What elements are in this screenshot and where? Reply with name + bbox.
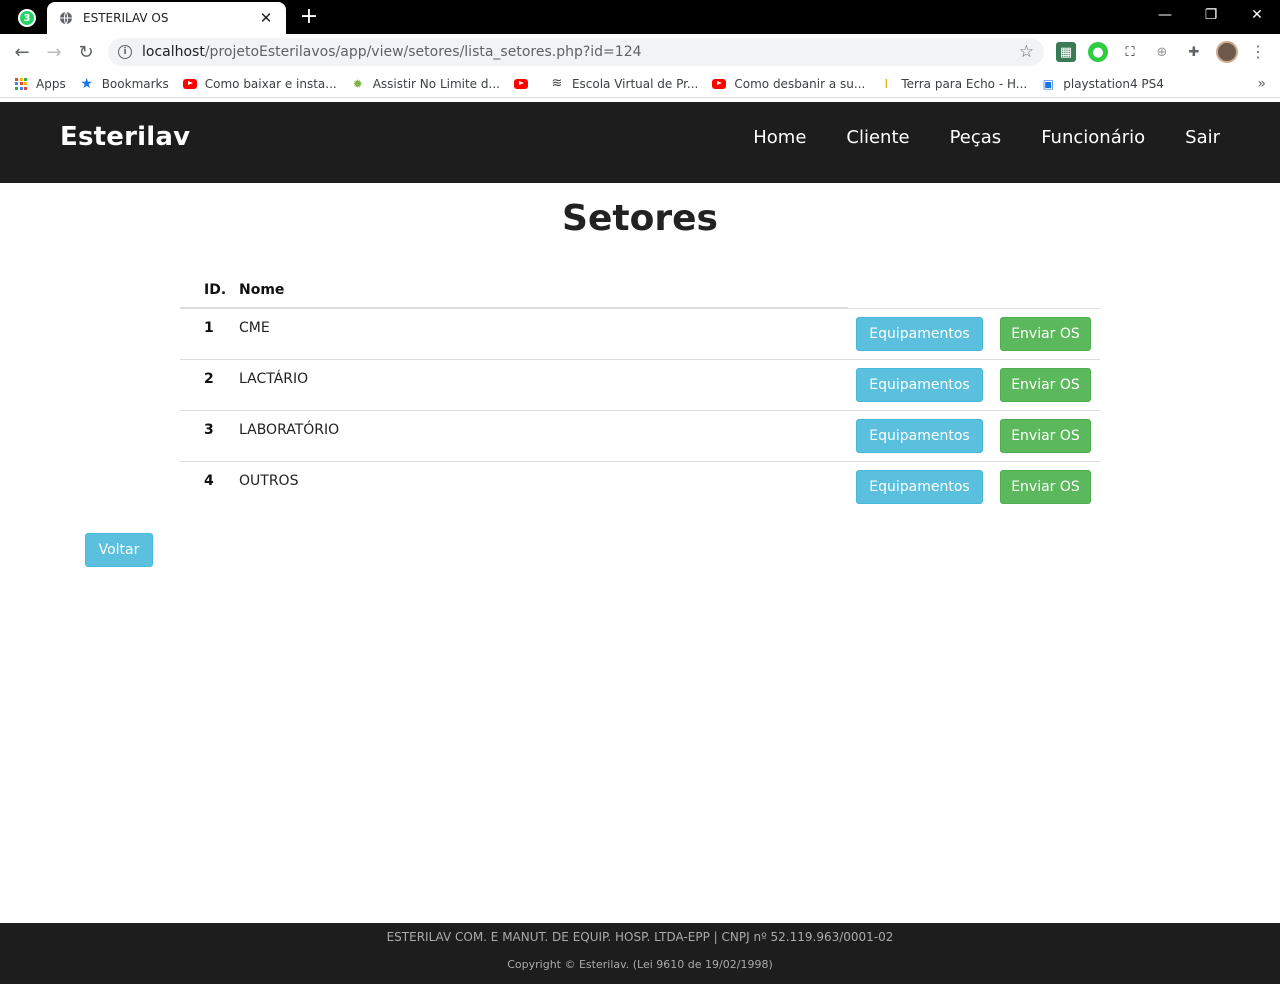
- footer-copyright: Copyright © Esterilav. (Lei 9610 de 19/0…: [507, 958, 773, 971]
- row-nome: LABORATÓRIO: [239, 422, 340, 438]
- site-navbar: Esterilav Home Cliente Peças Funcionário…: [0, 102, 1280, 183]
- active-tab[interactable]: ESTERILAV OS ✕: [47, 2, 286, 34]
- row-id: 2: [204, 371, 214, 387]
- table-row: 2 LACTÁRIO Equipamentos Enviar OS: [180, 360, 1100, 411]
- table-row: 4 OUTROS Equipamentos Enviar OS: [180, 462, 1100, 513]
- bookmark-label: Bookmarks: [101, 76, 169, 91]
- voltar-button[interactable]: Voltar: [85, 533, 153, 567]
- row-id: 1: [204, 320, 214, 336]
- pinned-tab-whatsapp[interactable]: 3: [8, 2, 46, 34]
- bookmark-label: Como desbanir a su...: [734, 76, 866, 91]
- star-icon: ★: [80, 75, 93, 92]
- close-window-icon[interactable]: ✕: [1234, 0, 1280, 30]
- bookmark-item[interactable]: ▣ playstation4 PS4: [1041, 77, 1164, 91]
- browser-tab-bar: 3 ESTERILAV OS ✕ + — ❐ ✕: [0, 0, 1280, 34]
- reload-icon[interactable]: ↻: [74, 40, 98, 64]
- equipamentos-button[interactable]: Equipamentos: [856, 317, 983, 351]
- bookmark-apps[interactable]: Apps: [14, 77, 66, 91]
- close-tab-icon[interactable]: ✕: [258, 9, 274, 27]
- header-nome: Nome: [239, 282, 285, 298]
- new-tab-icon[interactable]: +: [297, 5, 321, 29]
- bookmark-label: Como baixar e insta...: [204, 76, 337, 91]
- restore-icon[interactable]: ❐: [1188, 0, 1234, 30]
- youtube-icon: [513, 77, 528, 91]
- play-icon: ✹: [352, 76, 363, 91]
- menu-sair[interactable]: Sair: [1185, 127, 1220, 148]
- enviar-os-button[interactable]: Enviar OS: [1000, 419, 1091, 453]
- forward-arrow-icon[interactable]: →: [42, 40, 66, 64]
- table-row: 1 CME Equipamentos Enviar OS: [180, 309, 1100, 360]
- bookmark-label: Apps: [36, 76, 66, 91]
- main-menu: Home Cliente Peças Funcionário Sair: [713, 127, 1220, 148]
- menu-pecas[interactable]: Peças: [950, 127, 1002, 148]
- url-host: localhost: [142, 44, 205, 60]
- setores-table: ID. Nome 1 CME Equipamentos Enviar OS 2 …: [180, 270, 1100, 513]
- equipamentos-button[interactable]: Equipamentos: [856, 368, 983, 402]
- enviar-os-button[interactable]: Enviar OS: [1000, 317, 1091, 351]
- bookmark-item[interactable]: ≋ Escola Virtual de Pr...: [550, 76, 699, 91]
- bookmark-star-icon[interactable]: ☆: [1019, 42, 1034, 62]
- extension-globe-icon[interactable]: ⊕: [1152, 42, 1172, 62]
- bookmarks-bar: Apps ★ Bookmarks Como baixar e insta... ✹…: [0, 70, 1280, 98]
- tab-title: ESTERILAV OS: [83, 11, 169, 25]
- whatsapp-icon: 3: [18, 9, 36, 27]
- youtube-icon: [712, 77, 727, 91]
- footer-company: ESTERILAV COM. E MANUT. DE EQUIP. HOSP. …: [386, 930, 894, 944]
- site-footer: ESTERILAV COM. E MANUT. DE EQUIP. HOSP. …: [0, 923, 1280, 984]
- globe-icon: [60, 11, 72, 25]
- brand-logo[interactable]: Esterilav: [60, 122, 190, 152]
- extension-sheets-icon[interactable]: ▦: [1056, 42, 1076, 62]
- address-bar[interactable]: i localhost/projetoEsterilavos/app/view/…: [108, 38, 1044, 66]
- bookmark-label: Escola Virtual de Pr...: [571, 76, 699, 91]
- bookmark-label: playstation4 PS4: [1063, 76, 1164, 91]
- menu-funcionario[interactable]: Funcionário: [1041, 127, 1145, 148]
- menu-kebab-icon[interactable]: ⋮: [1250, 42, 1266, 61]
- menu-cliente[interactable]: Cliente: [846, 127, 909, 148]
- row-id: 4: [204, 473, 214, 489]
- back-arrow-icon[interactable]: ←: [10, 40, 34, 64]
- shopping-bag-icon: ▣: [1042, 76, 1054, 91]
- info-icon[interactable]: i: [118, 45, 132, 59]
- youtube-icon: [182, 77, 197, 91]
- enviar-os-button[interactable]: Enviar OS: [1000, 470, 1091, 504]
- url-path: /projetoEsterilavos/app/view/setores/lis…: [204, 44, 642, 60]
- table-header: ID. Nome: [180, 270, 848, 309]
- row-nome: CME: [239, 320, 270, 336]
- bookmark-item[interactable]: [513, 77, 536, 91]
- enviar-os-button[interactable]: Enviar OS: [1000, 368, 1091, 402]
- extension-green-icon[interactable]: ●: [1088, 42, 1108, 62]
- bookmark-item[interactable]: Como baixar e insta...: [182, 76, 337, 91]
- trophy-icon: Ⅰ: [884, 76, 889, 91]
- screenshot-icon[interactable]: ⛶: [1120, 42, 1140, 62]
- bookmark-item[interactable]: Ⅰ Terra para Echo - H...: [879, 76, 1028, 91]
- more-bookmarks-icon[interactable]: »: [1257, 76, 1266, 92]
- apps-grid-icon: [14, 77, 28, 91]
- equipamentos-button[interactable]: Equipamentos: [856, 470, 983, 504]
- page-title: Setores: [562, 198, 718, 239]
- profile-avatar[interactable]: [1216, 41, 1238, 63]
- minimize-icon[interactable]: —: [1142, 0, 1188, 30]
- flag-icon: ≋: [551, 76, 563, 91]
- bookmark-label: Assistir No Limite d...: [372, 76, 500, 91]
- extensions-puzzle-icon[interactable]: ✚: [1184, 42, 1204, 62]
- bookmark-bookmarks[interactable]: ★ Bookmarks: [80, 75, 169, 92]
- table-row: 3 LABORATÓRIO Equipamentos Enviar OS: [180, 411, 1100, 462]
- row-nome: OUTROS: [239, 473, 299, 489]
- equipamentos-button[interactable]: Equipamentos: [856, 419, 983, 453]
- row-id: 3: [204, 422, 214, 438]
- row-nome: LACTÁRIO: [239, 371, 309, 387]
- menu-home[interactable]: Home: [753, 127, 806, 148]
- browser-toolbar: ← → ↻ i localhost/projetoEsterilavos/app…: [0, 34, 1280, 70]
- bookmark-item[interactable]: ✹ Assistir No Limite d...: [351, 77, 500, 91]
- bookmark-item[interactable]: Como desbanir a su...: [712, 77, 865, 91]
- bookmark-label: Terra para Echo - H...: [901, 76, 1028, 91]
- header-id: ID.: [204, 282, 227, 298]
